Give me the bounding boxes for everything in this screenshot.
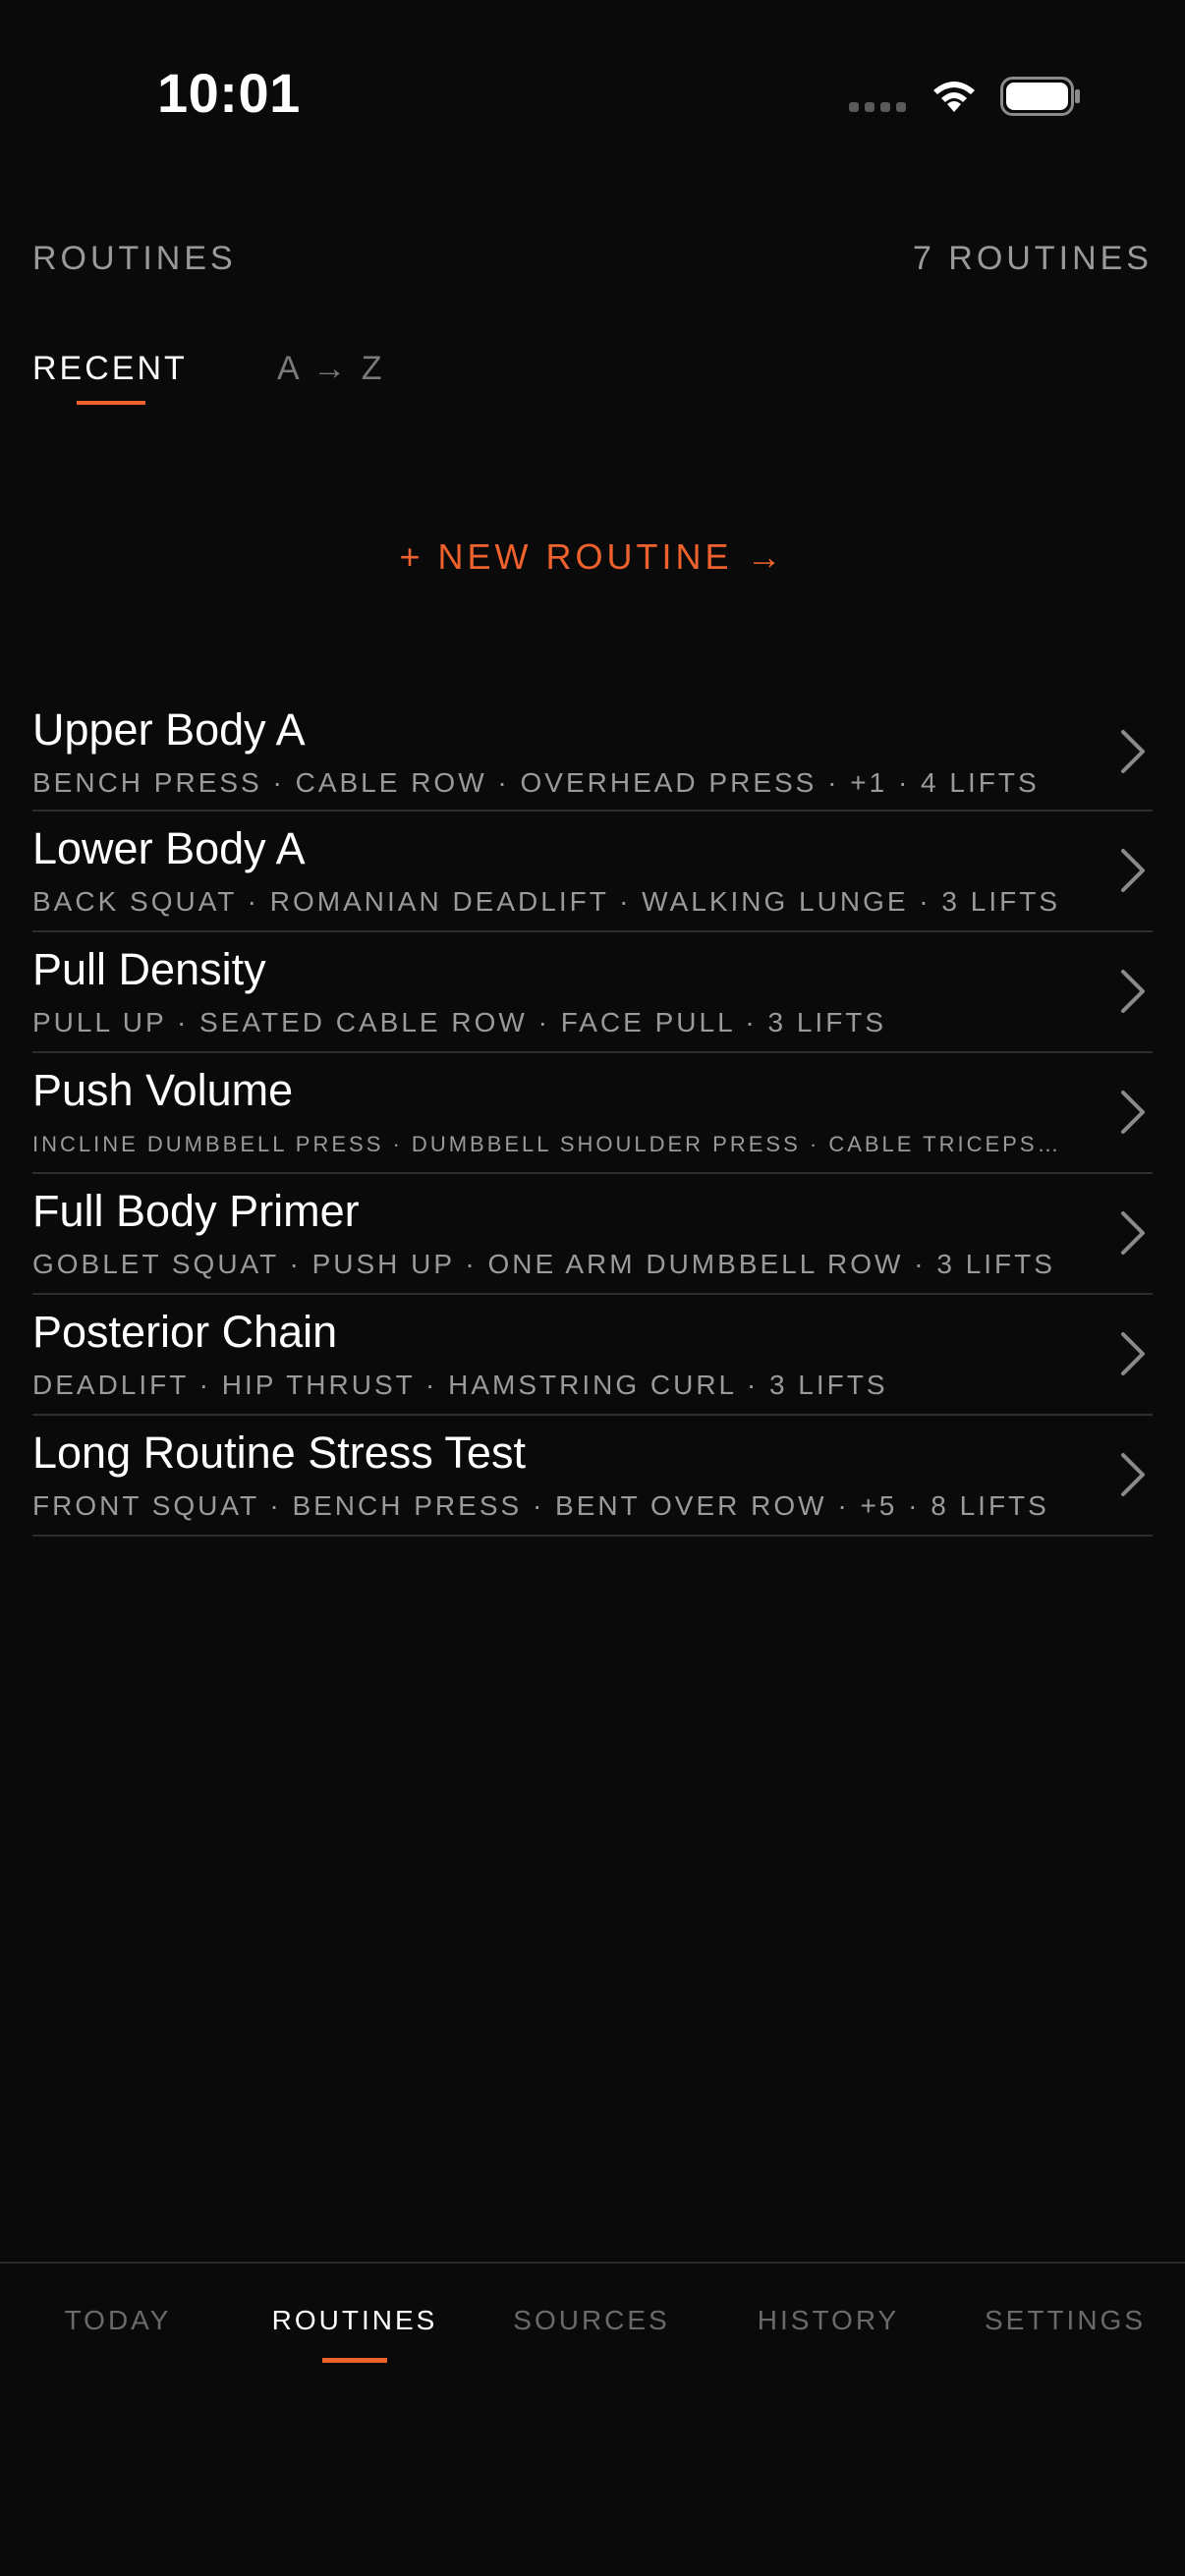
routine-lifts: DEADLIFT · HIP THRUST · HAMSTRING CURL ·… [32, 1370, 888, 1400]
tab-sources[interactable]: SOURCES [474, 2305, 709, 2336]
routine-lifts: BACK SQUAT · ROMANIAN DEADLIFT · WALKING… [32, 886, 1060, 917]
routine-name: Posterior Chain [32, 1307, 338, 1357]
chevron-right-icon [1121, 970, 1145, 1013]
routine-name: Long Routine Stress Test [32, 1428, 526, 1478]
routine-row[interactable]: Posterior Chain DEADLIFT · HIP THRUST · … [32, 1295, 1153, 1416]
signal-icon [849, 102, 906, 112]
tab-today[interactable]: TODAY [0, 2305, 236, 2336]
routine-lifts: BENCH PRESS · CABLE ROW · OVERHEAD PRESS… [32, 767, 1040, 798]
chevron-right-icon [1121, 730, 1145, 773]
routine-name: Pull Density [32, 944, 266, 994]
routine-row[interactable]: Pull Density PULL UP · SEATED CABLE ROW … [32, 932, 1153, 1053]
tab-bar: TODAY ROUTINES SOURCES HISTORY SETTINGS [0, 2262, 1185, 2576]
routine-lifts: FRONT SQUAT · BENCH PRESS · BENT OVER RO… [32, 1490, 1049, 1521]
routine-row[interactable]: Full Body Primer GOBLET SQUAT · PUSH UP … [32, 1174, 1153, 1295]
tab-routines[interactable]: ROUTINES [237, 2305, 473, 2336]
chevron-right-icon [1121, 849, 1145, 892]
chevron-right-icon [1121, 1211, 1145, 1255]
chevron-right-icon [1121, 1332, 1145, 1375]
wifi-icon [933, 82, 975, 112]
sort-tab-az[interactable]: A → Z [277, 350, 384, 388]
routine-name: Push Volume [32, 1065, 294, 1115]
routine-lifts: GOBLET SQUAT · PUSH UP · ONE ARM DUMBBEL… [32, 1249, 1055, 1279]
page-title: ROUTINES [32, 240, 237, 277]
routine-row[interactable]: Lower Body A BACK SQUAT · ROMANIAN DEADL… [32, 812, 1153, 932]
new-routine-button[interactable]: + NEW ROUTINE → [0, 536, 1185, 578]
chevron-right-icon [1121, 1453, 1145, 1496]
routine-row[interactable]: Push Volume INCLINE DUMBBELL PRESS · DUM… [32, 1053, 1153, 1174]
tab-settings[interactable]: SETTINGS [947, 2305, 1183, 2336]
status-bar: 10:01 [0, 0, 1185, 196]
routine-name: Lower Body A [32, 823, 306, 873]
status-time: 10:01 [157, 62, 301, 124]
routine-lifts: PULL UP · SEATED CABLE ROW · FACE PULL ·… [32, 1007, 887, 1037]
routine-list: Upper Body A BENCH PRESS · CABLE ROW · O… [32, 693, 1153, 1537]
routine-lifts: INCLINE DUMBBELL PRESS · DUMBBELL SHOULD… [32, 1132, 1062, 1156]
chevron-right-icon [1121, 1091, 1145, 1134]
tab-history[interactable]: HISTORY [710, 2305, 946, 2336]
battery-icon [1000, 77, 1080, 116]
tab-active-indicator [322, 2358, 387, 2363]
sort-tab-indicator [77, 401, 145, 405]
routine-name: Full Body Primer [32, 1186, 360, 1236]
routine-row[interactable]: Long Routine Stress Test FRONT SQUAT · B… [32, 1416, 1153, 1537]
routine-name: Upper Body A [32, 704, 306, 755]
routine-count: 7 ROUTINES [912, 240, 1153, 277]
routine-row[interactable]: Upper Body A BENCH PRESS · CABLE ROW · O… [32, 693, 1153, 812]
sort-tab-recent[interactable]: RECENT [32, 350, 188, 388]
